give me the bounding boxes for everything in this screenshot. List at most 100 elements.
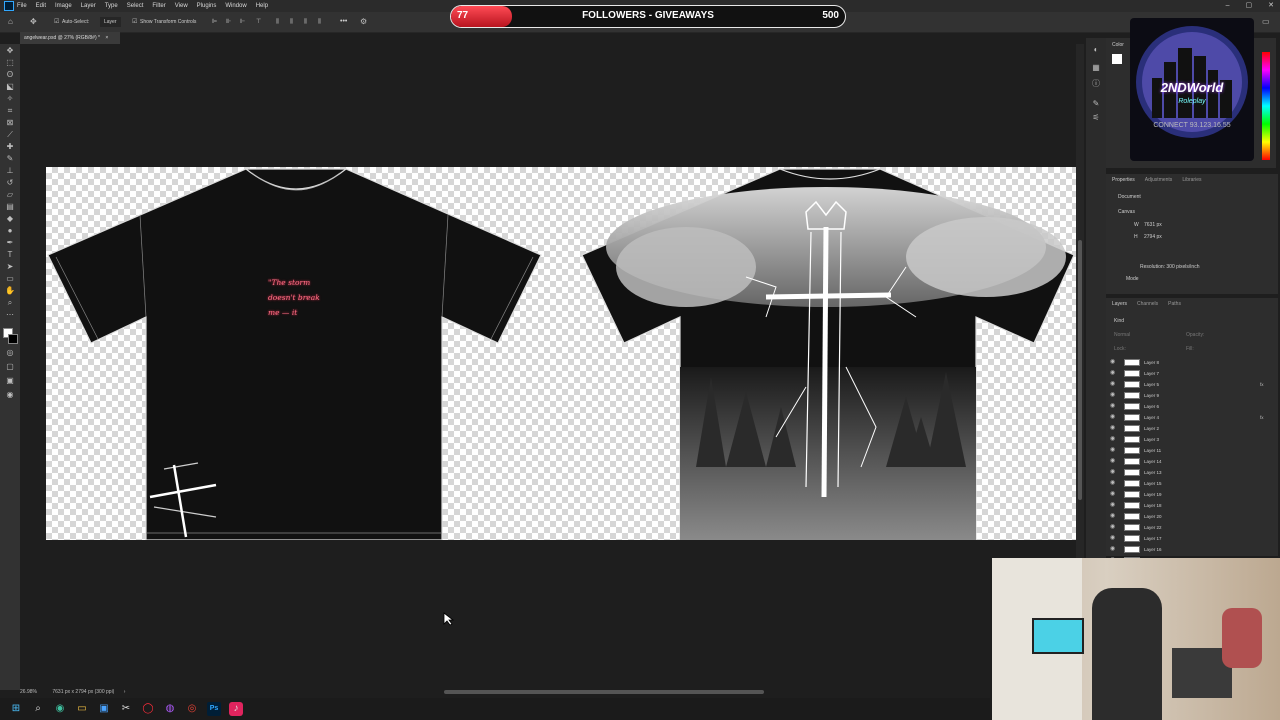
layer-row[interactable]: ◉ Layer 6 xyxy=(1110,401,1270,412)
close-tab-icon[interactable]: × xyxy=(105,35,108,41)
visibility-eye-icon[interactable]: ◉ xyxy=(1110,423,1120,434)
document-tab[interactable]: angelwear.psd @ 27% (RGB/8#) * × xyxy=(20,32,120,44)
layer-row[interactable]: ◉ Layer 9 xyxy=(1110,390,1270,401)
messenger-icon[interactable]: ◍ xyxy=(163,702,177,716)
minimize-icon[interactable]: – xyxy=(1226,0,1230,12)
color-panel-tab[interactable]: Color xyxy=(1112,42,1124,48)
info-icon[interactable]: ⓘ xyxy=(1090,78,1102,90)
menu-item-image[interactable]: Image xyxy=(55,0,72,12)
windows-start-icon[interactable]: ⊞ xyxy=(9,702,23,716)
menu-item-edit[interactable]: Edit xyxy=(36,0,46,12)
layer-row[interactable]: ◉ Layer 15 xyxy=(1110,478,1270,489)
settings-gear-icon[interactable]: ⚙ xyxy=(360,12,367,32)
layer-row[interactable]: ◉ Layer 18 xyxy=(1110,500,1270,511)
more-options-button[interactable]: ••• xyxy=(340,12,347,32)
search-icon[interactable]: ⌕ xyxy=(31,702,45,716)
layer-row[interactable]: ◉ Layer 13 xyxy=(1110,467,1270,478)
healing-brush-tool-icon[interactable]: ✚ xyxy=(4,142,16,152)
visibility-eye-icon[interactable]: ◉ xyxy=(1110,489,1120,500)
visibility-eye-icon[interactable]: ◉ xyxy=(1110,522,1120,533)
opera-icon[interactable]: ◯ xyxy=(141,702,155,716)
move-tool-icon[interactable]: ✥ xyxy=(30,12,37,32)
magic-wand-tool-icon[interactable]: ✧ xyxy=(4,94,16,104)
capcut-icon[interactable]: ✂ xyxy=(119,702,133,716)
tab-layers[interactable]: Layers xyxy=(1112,301,1127,307)
visibility-eye-icon[interactable]: ◉ xyxy=(1110,401,1120,412)
menu-item-layer[interactable]: Layer xyxy=(81,0,96,12)
show-transform-checkbox[interactable]: ☑ xyxy=(132,12,137,32)
store-icon[interactable]: ▣ xyxy=(97,702,111,716)
object-select-tool-icon[interactable]: ⬕ xyxy=(4,82,16,92)
visibility-eye-icon[interactable]: ◉ xyxy=(1110,511,1120,522)
menu-item-file[interactable]: File xyxy=(17,0,27,12)
canvas-section-label[interactable]: Canvas xyxy=(1118,209,1135,215)
brush-tool-icon[interactable]: ✎ xyxy=(4,154,16,164)
edge-icon[interactable]: ◉ xyxy=(53,702,67,716)
crop-tool-icon[interactable]: ⌗ xyxy=(4,106,16,116)
visibility-eye-icon[interactable]: ◉ xyxy=(1110,544,1120,555)
layer-filter-kind[interactable]: Kind xyxy=(1114,318,1124,324)
visibility-eye-icon[interactable]: ◉ xyxy=(1110,379,1120,390)
layer-row[interactable]: ◉ Layer 2 xyxy=(1110,423,1270,434)
layer-row[interactable]: ◉ Layer 4 fx xyxy=(1110,412,1270,423)
layer-row[interactable]: ◉ Layer 17 xyxy=(1110,533,1270,544)
color-panel-icon[interactable]: ◐ xyxy=(1090,44,1102,56)
layer-row[interactable]: ◉ Layer 14 xyxy=(1110,456,1270,467)
distribute-spacing-icon[interactable]: ⫼ xyxy=(318,12,321,32)
clone-stamp-tool-icon[interactable]: ⊥ xyxy=(4,166,16,176)
artboard-icon[interactable]: ▣ xyxy=(4,376,16,386)
chrome-icon[interactable]: ◎ xyxy=(185,702,199,716)
auto-select-checkbox[interactable]: ☑ xyxy=(54,12,59,32)
visibility-eye-icon[interactable]: ◉ xyxy=(1110,390,1120,401)
zoom-level[interactable]: 26.98% xyxy=(20,689,37,695)
target-select[interactable]: Layer xyxy=(100,17,121,27)
hue-slider[interactable] xyxy=(1262,52,1270,160)
fx-icon[interactable]: fx xyxy=(1260,379,1264,390)
gradient-tool-icon[interactable]: ▤ xyxy=(4,202,16,212)
layer-row[interactable]: ◉ Layer 22 xyxy=(1110,522,1270,533)
frame-tool-icon[interactable]: ⊠ xyxy=(4,118,16,128)
visibility-eye-icon[interactable]: ◉ xyxy=(1110,357,1120,368)
blur-tool-icon[interactable]: ◆ xyxy=(4,214,16,224)
layer-row[interactable]: ◉ Layer 8 xyxy=(1110,357,1270,368)
align-left-icon[interactable]: ⊫ xyxy=(212,12,217,32)
menu-item-help[interactable]: Help xyxy=(256,0,268,12)
pen-tool-icon[interactable]: ✒ xyxy=(4,238,16,248)
layer-row[interactable]: ◉ Layer 11 xyxy=(1110,445,1270,456)
quick-mask-icon[interactable]: ◎ xyxy=(4,348,16,358)
layer-row[interactable]: ◉ Layer 20 xyxy=(1110,511,1270,522)
shape-tool-icon[interactable]: ▭ xyxy=(4,274,16,284)
visibility-eye-icon[interactable]: ◉ xyxy=(1110,467,1120,478)
menu-item-type[interactable]: Type xyxy=(105,0,118,12)
width-value[interactable]: 7631 px xyxy=(1144,222,1162,228)
height-value[interactable]: 2794 px xyxy=(1144,234,1162,240)
adjust-icon[interactable]: ⚟ xyxy=(1090,112,1102,124)
zoom-tool-icon[interactable]: ⌕ xyxy=(4,298,16,308)
close-icon[interactable]: ✕ xyxy=(1268,0,1274,12)
background-color-swatch[interactable] xyxy=(8,334,18,344)
screen-mode-icon[interactable]: ▢ xyxy=(4,362,16,372)
file-explorer-icon[interactable]: ▭ xyxy=(75,702,89,716)
maximize-icon[interactable]: ▢ xyxy=(1246,0,1253,12)
workspace-icon[interactable]: ▭ xyxy=(1262,12,1270,32)
align-top-icon[interactable]: ⊤ xyxy=(256,12,261,32)
menu-item-view[interactable]: View xyxy=(175,0,188,12)
visibility-eye-icon[interactable]: ◉ xyxy=(1110,434,1120,445)
camera-icon[interactable]: ◉ xyxy=(4,390,16,400)
visibility-eye-icon[interactable]: ◉ xyxy=(1110,533,1120,544)
tab-properties[interactable]: Properties xyxy=(1112,177,1135,183)
more-tools-icon[interactable]: ⋯ xyxy=(4,310,16,320)
layer-row[interactable]: ◉ Layer 3 xyxy=(1110,434,1270,445)
marquee-tool-icon[interactable]: ⬚ xyxy=(4,58,16,68)
distribute-icon[interactable]: ⫼ xyxy=(276,12,279,32)
fx-icon[interactable]: fx xyxy=(1260,412,1264,423)
tab-paths[interactable]: Paths xyxy=(1168,301,1181,307)
visibility-eye-icon[interactable]: ◉ xyxy=(1110,478,1120,489)
visibility-eye-icon[interactable]: ◉ xyxy=(1110,456,1120,467)
layer-row[interactable]: ◉ Layer 7 xyxy=(1110,368,1270,379)
distribute-v-icon[interactable]: ⫼ xyxy=(290,12,293,32)
menu-item-window[interactable]: Window xyxy=(225,0,246,12)
align-center-icon[interactable]: ⊪ xyxy=(226,12,231,32)
visibility-eye-icon[interactable]: ◉ xyxy=(1110,445,1120,456)
tab-channels[interactable]: Channels xyxy=(1137,301,1158,307)
